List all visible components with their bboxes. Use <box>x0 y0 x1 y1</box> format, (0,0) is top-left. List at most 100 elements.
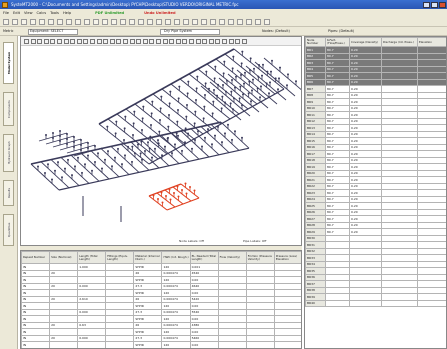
sprinkler-head[interactable] <box>51 178 53 181</box>
sprinkler-head[interactable] <box>240 62 243 65</box>
sprinkler-head[interactable] <box>262 63 264 66</box>
view-tool-icon[interactable] <box>149 38 155 44</box>
sprinkler-head[interactable] <box>176 120 179 123</box>
menu-view[interactable]: View <box>24 9 33 17</box>
toolbar-icon[interactable] <box>228 19 234 25</box>
sprinkler-head[interactable] <box>80 144 82 146</box>
sprinkler-head[interactable] <box>195 99 197 101</box>
view-tool-icon[interactable] <box>43 38 49 44</box>
column-header[interactable]: Elevation <box>417 37 446 47</box>
sprinkler-head[interactable] <box>133 110 136 113</box>
sprinkler-head[interactable] <box>137 143 139 146</box>
sprinkler-head[interactable] <box>211 143 213 146</box>
selected-sprinkler-head[interactable] <box>161 201 164 204</box>
sprinkler-head[interactable] <box>224 132 226 135</box>
sprinkler-head[interactable] <box>52 132 54 134</box>
maximize-icon[interactable] <box>431 1 438 8</box>
sprinkler-head[interactable] <box>252 78 254 81</box>
sprinkler-head[interactable] <box>235 75 237 78</box>
table-cell[interactable] <box>417 299 446 307</box>
view-tool-icon[interactable] <box>63 38 69 44</box>
sprinkler-head[interactable] <box>229 102 232 105</box>
sprinkler-head[interactable] <box>141 117 144 120</box>
toolbar-icon[interactable] <box>264 19 270 25</box>
sprinkler-head[interactable] <box>47 163 49 166</box>
toolbar-icon[interactable] <box>93 19 99 25</box>
view-tool-icon[interactable] <box>57 38 62 44</box>
selected-sprinkler-head[interactable] <box>165 195 167 197</box>
sprinkler-head[interactable] <box>158 130 161 133</box>
sprinkler-head[interactable] <box>181 149 183 152</box>
toolbar-icon[interactable] <box>246 19 252 25</box>
sprinkler-head[interactable] <box>64 167 66 170</box>
toolbar-icon[interactable] <box>120 19 126 25</box>
sprinkler-head[interactable] <box>150 124 152 126</box>
sprinkler-head[interactable] <box>101 167 103 170</box>
sprinkler-head[interactable] <box>132 134 134 136</box>
toolbar-icon[interactable] <box>156 19 162 25</box>
sprinkler-head[interactable] <box>286 84 288 87</box>
sprinkler-head[interactable] <box>131 145 134 148</box>
view-tool-icon[interactable] <box>37 38 43 44</box>
sprinkler-head[interactable] <box>259 96 261 99</box>
toolbar-icon[interactable] <box>147 19 153 25</box>
sprinkler-head[interactable] <box>277 88 279 91</box>
sprinkler-head[interactable] <box>106 125 109 128</box>
sprinkler-head[interactable] <box>164 145 166 148</box>
view-tool-icon[interactable] <box>83 38 89 44</box>
sprinkler-head[interactable] <box>123 127 126 130</box>
view-tool-icon[interactable] <box>96 38 102 44</box>
sprinkler-head[interactable] <box>213 77 216 80</box>
sprinkler-head[interactable] <box>220 107 223 110</box>
view-tool-icon[interactable] <box>50 38 56 44</box>
sprinkler-head[interactable] <box>232 108 234 111</box>
menu-file[interactable]: File <box>3 9 9 17</box>
sprinkler-head[interactable] <box>253 67 255 70</box>
column-header[interactable]: K-Fact. (Flow/Press.) <box>325 37 350 47</box>
sprinkler-head[interactable] <box>194 110 197 113</box>
sprinkler-head[interactable] <box>169 90 172 93</box>
sprinkler-head[interactable] <box>233 97 235 100</box>
sprinkler-head[interactable] <box>74 165 76 168</box>
view-tool-icon[interactable] <box>189 38 194 44</box>
sprinkler-head[interactable] <box>279 66 281 69</box>
sprinkler-head[interactable] <box>124 154 126 157</box>
sprinkler-head[interactable] <box>144 150 146 152</box>
sprinkler-head[interactable] <box>159 107 162 110</box>
column-header[interactable]: EL. Needed (Total Length) <box>189 251 219 264</box>
view-tool-icon[interactable] <box>235 38 241 44</box>
close-icon[interactable] <box>439 1 446 8</box>
view-tool-icon[interactable] <box>30 38 36 44</box>
view-tool-icon[interactable] <box>202 38 208 44</box>
sprinkler-head[interactable] <box>287 73 289 76</box>
sprinkler-head[interactable] <box>204 82 207 85</box>
sprinkler-head[interactable] <box>249 57 252 60</box>
sprinkler-head[interactable] <box>214 134 216 137</box>
sprinkler-head[interactable] <box>121 163 123 166</box>
sprinkler-head[interactable] <box>71 174 73 177</box>
toolbar-icon[interactable] <box>84 19 90 25</box>
view-tool-icon[interactable] <box>70 38 76 44</box>
sprinkler-head[interactable] <box>94 161 96 163</box>
sprinkler-head[interactable] <box>223 60 226 63</box>
view-tool-icon[interactable] <box>142 38 148 44</box>
sprinkler-head[interactable] <box>250 100 252 103</box>
sprinkler-head[interactable] <box>141 158 143 161</box>
sprinkler-head[interactable] <box>157 139 159 142</box>
view-tool-icon[interactable] <box>76 38 82 44</box>
sprinkler-head[interactable] <box>151 100 154 103</box>
sprinkler-head[interactable] <box>222 72 225 75</box>
minimize-icon[interactable] <box>423 1 430 8</box>
sprinkler-head[interactable] <box>187 132 189 135</box>
view-tool-icon[interactable] <box>241 38 247 44</box>
toolbar-icon[interactable] <box>75 19 81 25</box>
sprinkler-head[interactable] <box>139 152 142 155</box>
sprinkler-head[interactable] <box>295 80 297 83</box>
sprinkler-head[interactable] <box>87 142 89 144</box>
selected-sprinkler-head[interactable] <box>157 198 159 200</box>
sprinkler-head[interactable] <box>234 130 236 133</box>
model-viewport[interactable]: Node Labels: Off Pipe Labels: Off <box>20 36 302 246</box>
sprinkler-head[interactable] <box>168 102 171 105</box>
sprinkler-head[interactable] <box>161 154 163 157</box>
toolbar-icon[interactable] <box>138 19 144 25</box>
